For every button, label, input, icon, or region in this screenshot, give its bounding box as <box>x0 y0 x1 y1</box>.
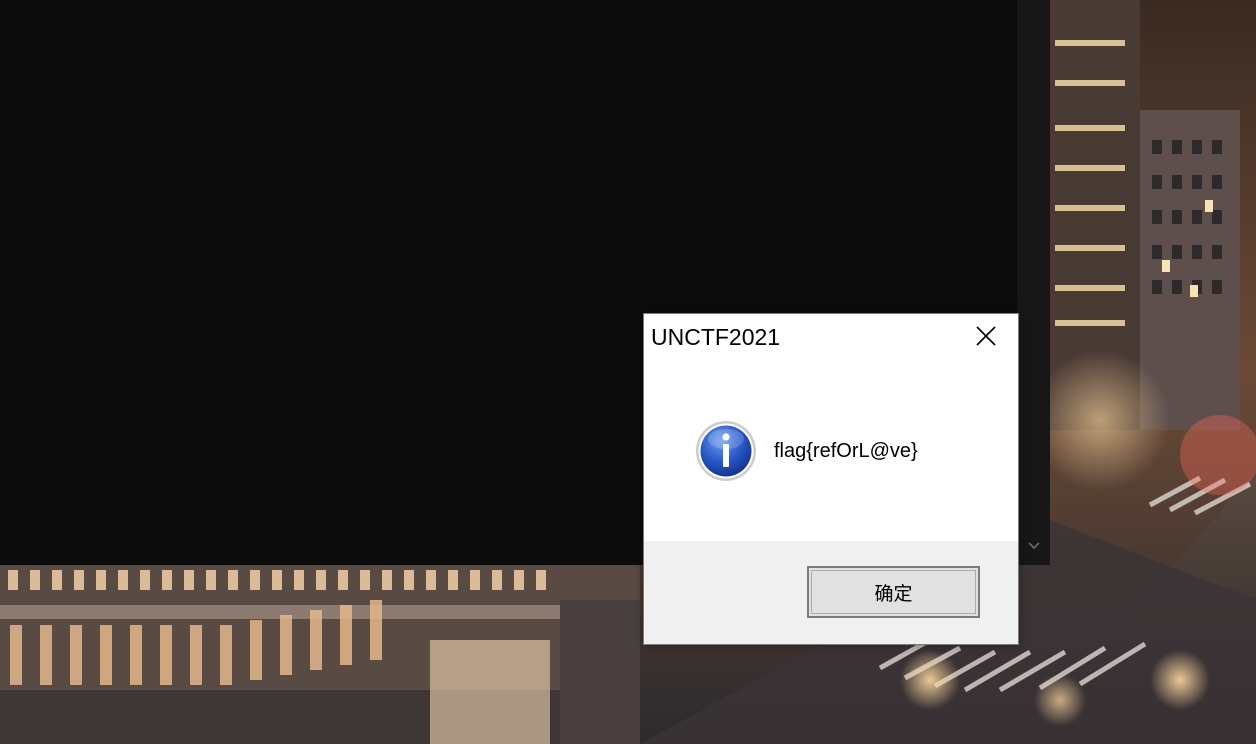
desktop: UNCTF2021 flag{refOrL@ve} 确定 <box>0 0 1256 744</box>
close-button[interactable] <box>963 314 1008 358</box>
info-icon <box>696 421 756 481</box>
ok-button[interactable]: 确定 <box>807 566 980 618</box>
close-icon <box>975 326 996 346</box>
chevron-down-icon[interactable] <box>1026 538 1042 554</box>
console-scrollbar[interactable] <box>1017 0 1050 565</box>
dialog-footer: 确定 <box>644 541 1018 644</box>
message-box-dialog: UNCTF2021 flag{refOrL@ve} 确定 <box>643 313 1019 645</box>
dialog-title: UNCTF2021 <box>651 324 781 350</box>
dialog-message: flag{refOrL@ve} <box>774 440 918 462</box>
